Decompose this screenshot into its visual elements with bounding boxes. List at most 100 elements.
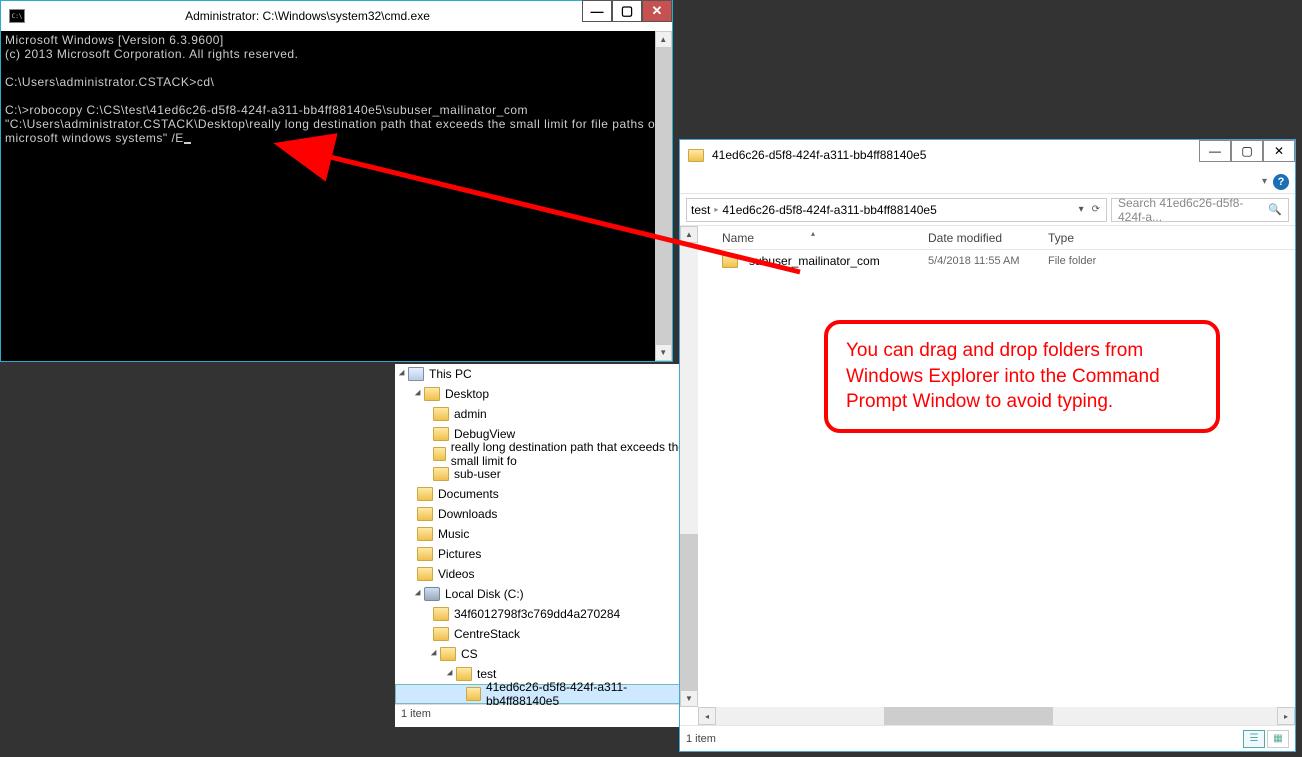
tree-this-pc[interactable]: This PC bbox=[395, 364, 685, 384]
tree-admin[interactable]: admin bbox=[395, 404, 685, 424]
chevron-down-icon[interactable]: ▾ bbox=[1262, 176, 1267, 187]
folder-icon bbox=[433, 447, 446, 461]
nav-pane-scrollbar[interactable]: ▲ ▼ bbox=[680, 226, 698, 707]
folder-icon bbox=[688, 149, 704, 162]
pc-icon bbox=[408, 367, 424, 381]
explorer-ribbon-collapsed: ▾ ? bbox=[680, 170, 1295, 194]
folder-icon bbox=[417, 547, 433, 561]
scroll-thumb[interactable] bbox=[655, 48, 672, 344]
icons-view-button[interactable]: ▦ bbox=[1267, 730, 1289, 748]
file-row[interactable]: subuser_mailinator_com 5/4/2018 11:55 AM… bbox=[698, 250, 1295, 272]
col-name-header[interactable]: ▴Name bbox=[698, 231, 928, 245]
tree-desktop[interactable]: Desktop bbox=[395, 384, 685, 404]
folder-icon bbox=[440, 647, 456, 661]
sort-asc-icon: ▴ bbox=[811, 229, 815, 238]
maximize-button[interactable]: ▢ bbox=[612, 0, 642, 22]
details-view-button[interactable]: ☰ bbox=[1243, 730, 1265, 748]
folder-icon bbox=[433, 407, 449, 421]
tree-pictures[interactable]: Pictures bbox=[395, 544, 685, 564]
cursor-icon bbox=[184, 142, 191, 144]
cmd-app-icon bbox=[9, 9, 25, 23]
horizontal-scrollbar[interactable]: ◂ ▸ bbox=[698, 707, 1295, 725]
file-list: ▴Name Date modified Type subuser_mailina… bbox=[698, 226, 1295, 707]
callout-text: You can drag and drop folders from Windo… bbox=[846, 340, 1160, 412]
tree-label: Desktop bbox=[445, 387, 489, 401]
tree-label: 34f6012798f3c769dd4a270284 bbox=[454, 607, 620, 621]
help-icon[interactable]: ? bbox=[1273, 174, 1289, 190]
tree-label: CS bbox=[461, 647, 478, 661]
cmd-window: Administrator: C:\Windows\system32\cmd.e… bbox=[0, 0, 673, 362]
scroll-down-icon[interactable]: ▼ bbox=[655, 344, 672, 361]
cmd-terminal-body[interactable]: Microsoft Windows [Version 6.3.9600] (c)… bbox=[1, 31, 672, 361]
maximize-button[interactable]: ▢ bbox=[1231, 140, 1263, 162]
folder-icon bbox=[417, 507, 433, 521]
cmd-title: Administrator: C:\Windows\system32\cmd.e… bbox=[33, 9, 582, 23]
breadcrumb[interactable]: test ▸ 41ed6c26-d5f8-424f-a311-bb4ff8814… bbox=[686, 198, 1107, 222]
scroll-up-icon[interactable]: ▲ bbox=[680, 226, 698, 243]
search-placeholder: Search 41ed6c26-d5f8-424f-a... bbox=[1118, 196, 1268, 224]
crumb-test[interactable]: test bbox=[691, 203, 710, 217]
tree-label: Pictures bbox=[438, 547, 481, 561]
scroll-right-icon[interactable]: ▸ bbox=[1277, 707, 1295, 725]
tree-label: Local Disk (C:) bbox=[445, 587, 524, 601]
col-date-header[interactable]: Date modified bbox=[928, 231, 1048, 245]
tree-label: test bbox=[477, 667, 496, 681]
tree-centrestack[interactable]: CentreStack bbox=[395, 624, 685, 644]
tree-label: Videos bbox=[438, 567, 474, 581]
col-type-header[interactable]: Type bbox=[1048, 231, 1295, 245]
scroll-thumb[interactable] bbox=[884, 707, 1052, 725]
close-button[interactable]: ✕ bbox=[642, 0, 672, 22]
cmd-titlebar[interactable]: Administrator: C:\Windows\system32\cmd.e… bbox=[1, 1, 672, 31]
chevron-down-icon[interactable]: ▾ bbox=[1077, 204, 1086, 215]
disk-icon bbox=[424, 587, 440, 601]
tree-label: 41ed6c26-d5f8-424f-a311-bb4ff88140e5 bbox=[486, 680, 684, 708]
explorer-window: 41ed6c26-d5f8-424f-a311-bb4ff88140e5 — ▢… bbox=[679, 139, 1296, 752]
tree-cs[interactable]: CS bbox=[395, 644, 685, 664]
tree-label: admin bbox=[454, 407, 487, 421]
item-count: 1 item bbox=[686, 733, 716, 745]
minimize-button[interactable]: — bbox=[582, 0, 612, 22]
minimize-button[interactable]: — bbox=[1199, 140, 1231, 162]
cmd-line: (c) 2013 Microsoft Corporation. All righ… bbox=[5, 47, 298, 61]
tree-guid-selected[interactable]: 41ed6c26-d5f8-424f-a311-bb4ff88140e5 bbox=[395, 684, 685, 704]
cmd-line: C:\>robocopy C:\CS\test\41ed6c26-d5f8-42… bbox=[5, 103, 666, 145]
folder-icon bbox=[466, 687, 481, 701]
tree-longpath[interactable]: really long destination path that exceed… bbox=[395, 444, 685, 464]
explorer-title: 41ed6c26-d5f8-424f-a311-bb4ff88140e5 bbox=[712, 148, 1199, 162]
folder-icon bbox=[433, 467, 449, 481]
scroll-down-icon[interactable]: ▼ bbox=[680, 690, 698, 707]
folder-icon bbox=[433, 627, 449, 641]
crumb-guid[interactable]: 41ed6c26-d5f8-424f-a311-bb4ff88140e5 bbox=[722, 203, 936, 217]
scroll-up-icon[interactable]: ▲ bbox=[655, 31, 672, 48]
search-icon: 🔍 bbox=[1268, 203, 1282, 216]
tree-label: sub-user bbox=[454, 467, 501, 481]
folder-icon bbox=[424, 387, 440, 401]
folder-icon bbox=[417, 527, 433, 541]
column-headers: ▴Name Date modified Type bbox=[698, 226, 1295, 250]
refresh-icon[interactable]: ⟳ bbox=[1090, 204, 1102, 215]
explorer-status-bar: 1 item ☰ ▦ bbox=[680, 725, 1295, 751]
explorer-titlebar[interactable]: 41ed6c26-d5f8-424f-a311-bb4ff88140e5 — ▢… bbox=[680, 140, 1295, 170]
file-name: subuser_mailinator_com bbox=[749, 254, 880, 268]
cmd-scrollbar[interactable]: ▲ ▼ bbox=[655, 31, 672, 361]
folder-icon bbox=[456, 667, 472, 681]
tree-videos[interactable]: Videos bbox=[395, 564, 685, 584]
tree-label: CentreStack bbox=[454, 627, 520, 641]
folder-icon bbox=[433, 427, 449, 441]
tree-documents[interactable]: Documents bbox=[395, 484, 685, 504]
file-date: 5/4/2018 11:55 AM bbox=[928, 255, 1048, 267]
file-type: File folder bbox=[1048, 255, 1295, 267]
search-input[interactable]: Search 41ed6c26-d5f8-424f-a... 🔍 bbox=[1111, 198, 1289, 222]
close-button[interactable]: ✕ bbox=[1263, 140, 1295, 162]
background-explorer-tree: This PC Desktop admin DebugView really l… bbox=[395, 364, 685, 727]
tree-hash[interactable]: 34f6012798f3c769dd4a270284 bbox=[395, 604, 685, 624]
tree-label: This PC bbox=[429, 367, 472, 381]
annotation-callout: You can drag and drop folders from Windo… bbox=[824, 320, 1220, 433]
tree-localdisk[interactable]: Local Disk (C:) bbox=[395, 584, 685, 604]
scroll-thumb[interactable] bbox=[680, 534, 698, 690]
tree-downloads[interactable]: Downloads bbox=[395, 504, 685, 524]
tree-music[interactable]: Music bbox=[395, 524, 685, 544]
cmd-line: Microsoft Windows [Version 6.3.9600] bbox=[5, 33, 224, 47]
scroll-left-icon[interactable]: ◂ bbox=[698, 707, 716, 725]
tree-label: Downloads bbox=[438, 507, 497, 521]
